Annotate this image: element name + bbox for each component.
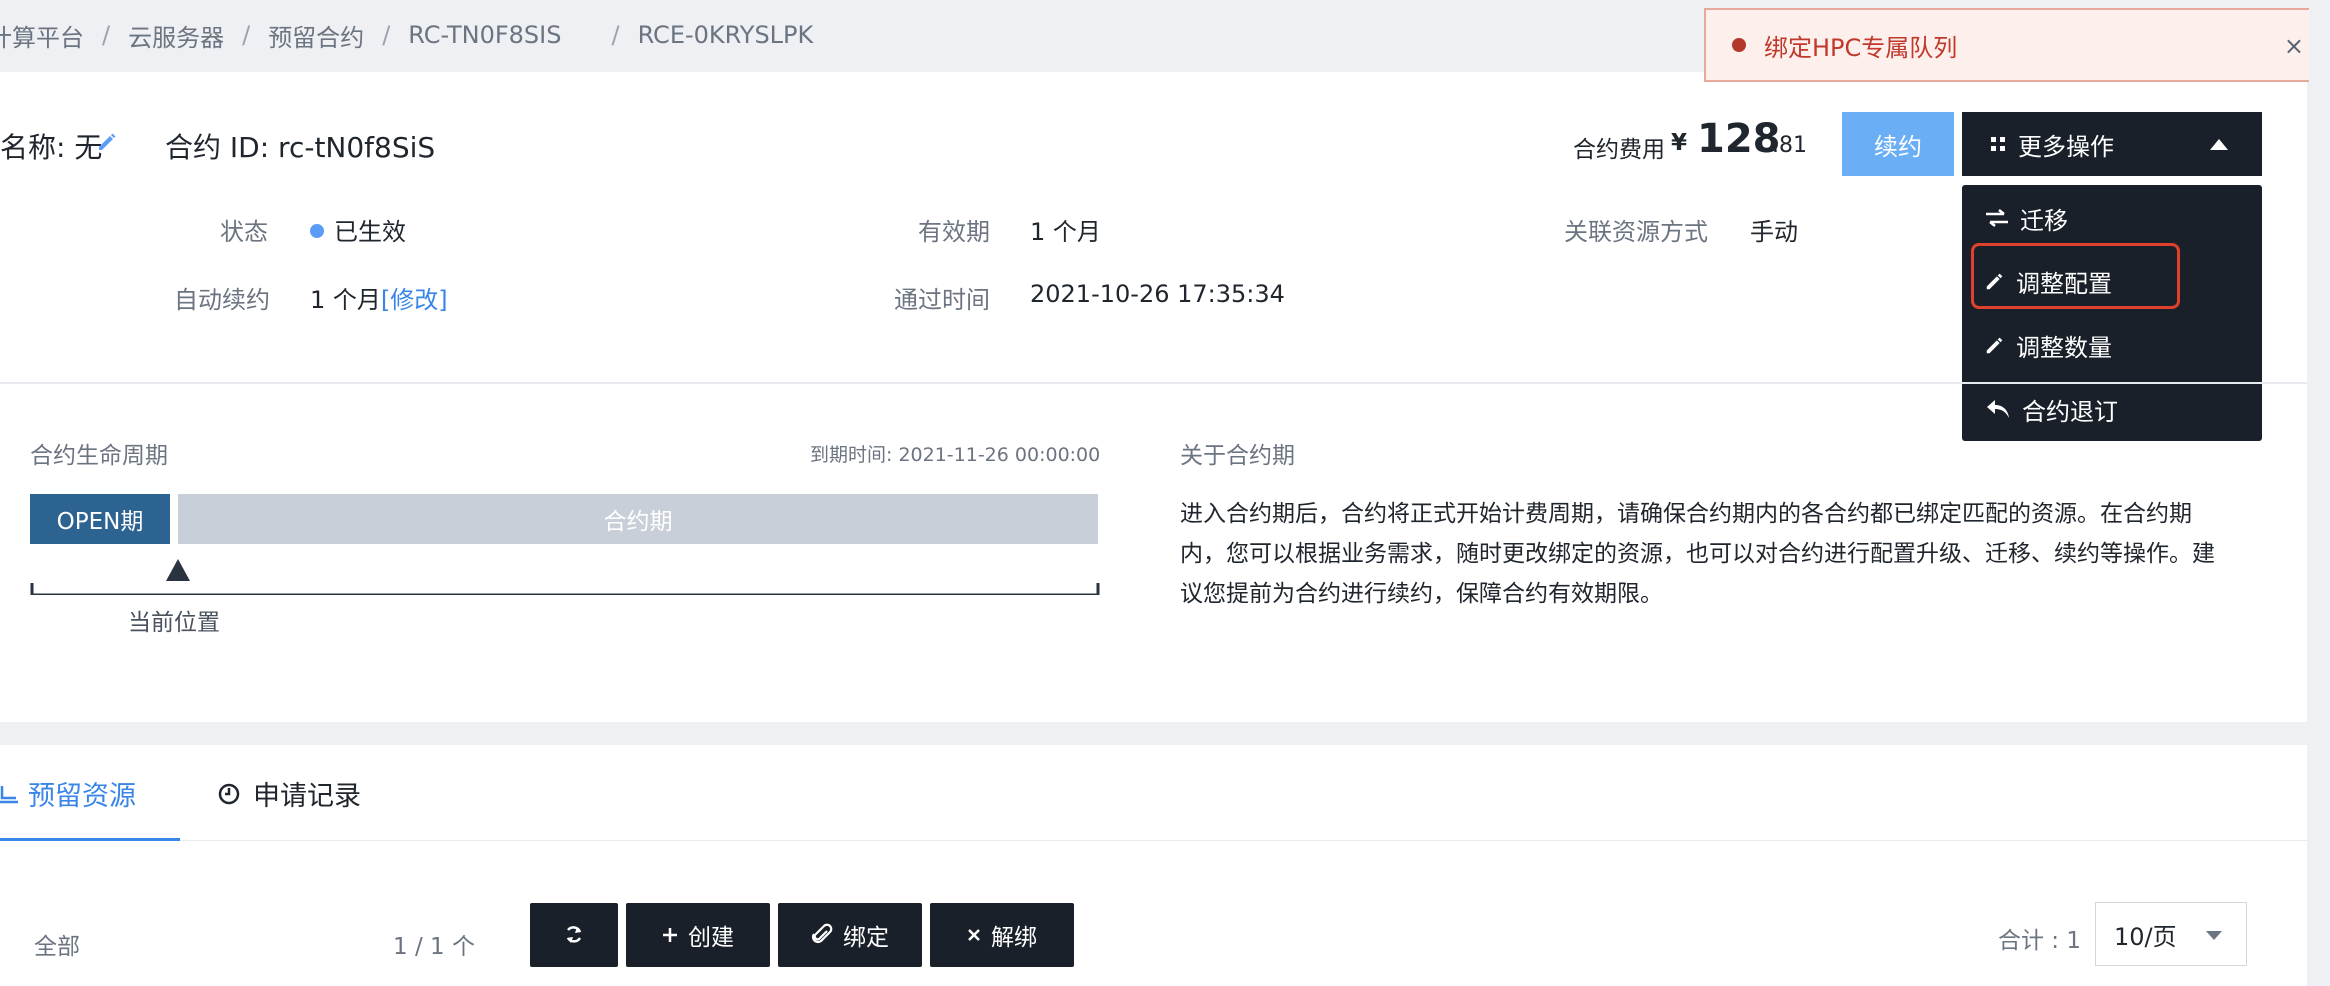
fee-label: 合约费用 — [1573, 137, 1665, 163]
bind-button[interactable]: 绑定 — [778, 903, 922, 967]
bind-label: 绑定 — [843, 925, 889, 951]
error-toast: 绑定HPC专属队列 × — [1704, 8, 2324, 82]
approved-time-value: 2021-10-26 17:35:34 — [1030, 280, 1285, 308]
tab-application-records[interactable]: 申请记录 — [217, 774, 361, 813]
monitor-icon — [0, 785, 18, 803]
close-x-icon — [968, 929, 980, 941]
chevron-down-icon — [2206, 931, 2222, 940]
tabs-divider — [0, 840, 2307, 841]
toast-message: 绑定HPC专属队列 — [1764, 33, 1958, 62]
about-text: 进入合约期后，合约将正式开始计费周期，请确保合约期内的各合约都已绑定匹配的资源。… — [1180, 501, 2215, 607]
expire-time: 到期时间: 2021-11-26 00:00:00 — [810, 444, 1101, 466]
active-tab-indicator — [0, 838, 180, 841]
unbind-button[interactable]: 解绑 — [930, 903, 1074, 967]
page-size-value: 10/页 — [2114, 922, 2177, 951]
about-title: 关于合约期 — [1180, 443, 1295, 469]
status-dot — [310, 224, 324, 238]
auto-renew-value: 1 个月[修改] — [310, 280, 448, 315]
error-dot-icon — [1732, 38, 1746, 52]
menu-item-migrate[interactable]: 迁移 — [1962, 193, 2262, 243]
auto-renew-label: 自动续约 — [174, 286, 270, 314]
breadcrumb-separator: / — [102, 21, 111, 49]
current-position-label: 当前位置 — [128, 610, 220, 636]
timeline-axis — [30, 559, 1100, 595]
close-icon[interactable]: × — [2284, 32, 2304, 60]
caret-up-icon — [2210, 139, 2228, 150]
status-label: 状态 — [220, 218, 268, 246]
menu-item-label: 迁移 — [2020, 206, 2068, 235]
contract-id: 合约 ID: rc-tN0f8SiS — [165, 131, 436, 164]
status-text: 已生效 — [334, 218, 406, 246]
contract-name: 名称: 无 — [0, 131, 103, 164]
clock-icon — [218, 783, 240, 804]
contract-phase-bar: 合约期 — [178, 494, 1098, 544]
page-scrollbar[interactable] — [2309, 0, 2330, 986]
paperclip-icon — [811, 923, 833, 944]
current-position-marker — [166, 559, 190, 581]
breadcrumb-item-cloud-server[interactable]: 云服务器 — [128, 18, 224, 53]
highlight-box — [1971, 243, 2180, 309]
create-button[interactable]: 创建 — [626, 903, 770, 967]
pencil-icon — [1986, 337, 2003, 354]
validity-value: 1 个月 — [1030, 218, 1101, 246]
status-value: 已生效 — [310, 212, 406, 247]
breadcrumb-separator: / — [242, 21, 251, 49]
section-divider — [0, 382, 2307, 384]
grid-icon — [1991, 137, 2005, 151]
menu-item-adjust-quantity[interactable]: 调整数量 — [1962, 320, 2262, 370]
selection-count: 1 / 1 个 — [393, 934, 475, 960]
refresh-icon — [566, 926, 582, 943]
renew-button[interactable]: 续约 — [1842, 112, 1954, 176]
unbind-label: 解绑 — [991, 925, 1037, 951]
breadcrumb-item-reserved-contract[interactable]: 预留合约 — [268, 18, 364, 53]
fee-decimal: .81 — [1772, 133, 1807, 158]
binding-mode-label: 关联资源方式 — [1564, 218, 1708, 246]
page-size-select[interactable]: 10/页 — [2095, 902, 2247, 966]
reply-arrow-icon — [1987, 400, 2009, 418]
breadcrumb-item-current: RCE-0KRYSLPK — [637, 21, 814, 49]
filter-all[interactable]: 全部 — [34, 927, 80, 961]
edit-pencil-icon[interactable] — [95, 130, 119, 154]
menu-item-label: 调整数量 — [2016, 333, 2112, 362]
fee-integer: 128 — [1697, 116, 1781, 162]
plus-icon — [663, 928, 677, 942]
validity-label: 有效期 — [918, 218, 990, 246]
create-label: 创建 — [688, 925, 734, 951]
breadcrumb-item-platform[interactable]: 计算平台 — [0, 18, 84, 53]
menu-item-unsubscribe[interactable]: 合约退订 — [1962, 384, 2262, 434]
modify-link[interactable]: [修改] — [381, 286, 448, 314]
auto-renew-period: 1 个月 — [310, 286, 381, 314]
tab-label: 预留资源 — [28, 781, 136, 812]
approved-time-label: 通过时间 — [894, 286, 990, 314]
breadcrumb-separator: / — [382, 21, 391, 49]
binding-mode-value: 手动 — [1750, 218, 1798, 246]
menu-item-label: 合约退订 — [2022, 397, 2118, 426]
fee-currency: ¥ — [1671, 130, 1688, 156]
breadcrumb-item-contract-id[interactable]: RC-TN0F8SIS — [408, 21, 561, 49]
tab-label: 申请记录 — [253, 781, 361, 812]
more-actions-menu: 迁移 调整配置 调整数量 合约退订 — [1962, 185, 2262, 441]
swap-arrows-icon — [1986, 209, 2008, 227]
more-actions-label: 更多操作 — [2018, 132, 2114, 161]
tab-reserved-resources[interactable]: 预留资源 — [0, 774, 136, 813]
breadcrumb-separator: / — [611, 21, 620, 49]
total-count: 合计 : 1 — [1998, 928, 2082, 954]
more-actions-button[interactable]: 更多操作 — [1962, 112, 2262, 176]
open-phase-bar: OPEN期 — [30, 494, 170, 544]
contract-detail-card — [0, 72, 2307, 722]
refresh-button[interactable] — [530, 903, 618, 967]
lifecycle-title: 合约生命周期 — [30, 443, 168, 469]
